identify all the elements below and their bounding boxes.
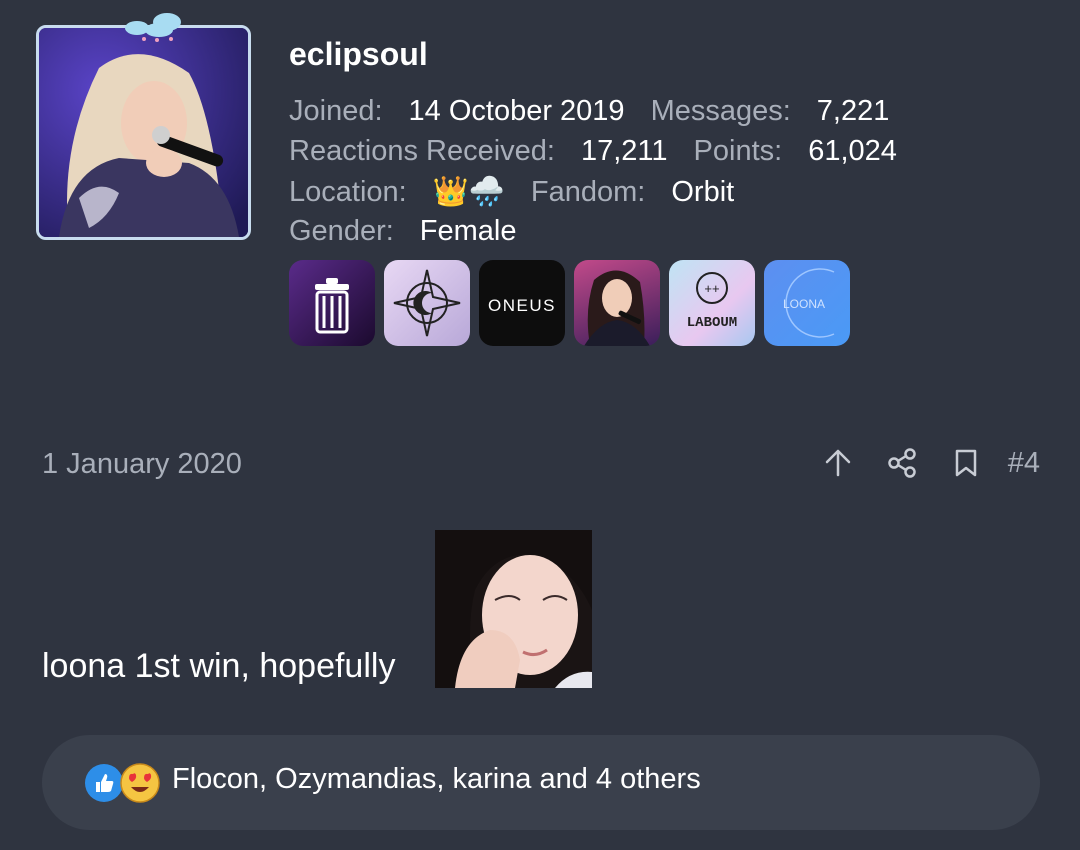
info-line-reactions: Reactions Received: 17,211 Points: 61,024: [289, 135, 897, 168]
location-label: Location:: [289, 176, 407, 208]
oneus-badge[interactable]: ONEUS: [479, 260, 565, 346]
reaction-icons: [84, 763, 160, 803]
fandom-value: Orbit: [671, 176, 735, 208]
share-icon[interactable]: [882, 443, 922, 483]
joined-value: 14 October 2019: [408, 95, 625, 127]
user-avatar[interactable]: [36, 13, 251, 240]
fandom-label: Fandom:: [530, 176, 646, 208]
post-image[interactable]: [435, 530, 592, 688]
gender-value: Female: [419, 215, 517, 247]
oneus-badge-text: ONEUS: [488, 296, 556, 315]
username[interactable]: eclipsoul: [289, 36, 428, 73]
arrow-up-icon[interactable]: [818, 443, 858, 483]
like-icon: [85, 764, 123, 802]
svg-text:++: ++: [704, 281, 719, 296]
messages-value[interactable]: 7,221: [817, 95, 890, 127]
post-number[interactable]: #4: [1008, 447, 1040, 480]
joined-label: Joined:: [289, 95, 383, 127]
reactions-label: Reactions Received:: [289, 135, 555, 167]
info-line-joined: Joined: 14 October 2019 Messages: 7,221: [289, 95, 889, 128]
badge-row: ONEUS ++ LABOUM LOONA: [289, 260, 850, 346]
cloud-decoration-icon: [125, 13, 181, 42]
post-date[interactable]: 1 January 2020: [42, 448, 242, 481]
loona-badge-text: LOONA: [783, 297, 825, 311]
trash-can-badge[interactable]: [289, 260, 375, 346]
bookmark-icon[interactable]: [946, 443, 986, 483]
laboum-badge[interactable]: ++ LABOUM: [669, 260, 755, 346]
singer-photo-badge[interactable]: [574, 260, 660, 346]
points-label: Points:: [693, 135, 783, 167]
laboum-badge-text: LABOUM: [687, 315, 737, 331]
love-icon: [120, 763, 160, 803]
reaction-summary[interactable]: Flocon, Ozymandias, karina and 4 others: [172, 763, 701, 796]
info-line-location: Location: 👑🌧️ Fandom: Orbit: [289, 175, 734, 209]
points-value[interactable]: 61,024: [808, 135, 897, 167]
reactions-value: 17,211: [580, 135, 668, 167]
compass-crescent-badge[interactable]: [384, 260, 470, 346]
reactions-bar[interactable]: Flocon, Ozymandias, karina and 4 others: [42, 735, 1040, 830]
loona-badge[interactable]: LOONA: [764, 260, 850, 346]
gender-label: Gender:: [289, 215, 394, 247]
info-line-gender: Gender: Female: [289, 215, 517, 248]
messages-label: Messages:: [650, 95, 791, 127]
post-actions: #4: [818, 443, 1040, 483]
post-text: loona 1st win, hopefully: [42, 647, 396, 685]
location-value: 👑🌧️: [432, 176, 505, 208]
